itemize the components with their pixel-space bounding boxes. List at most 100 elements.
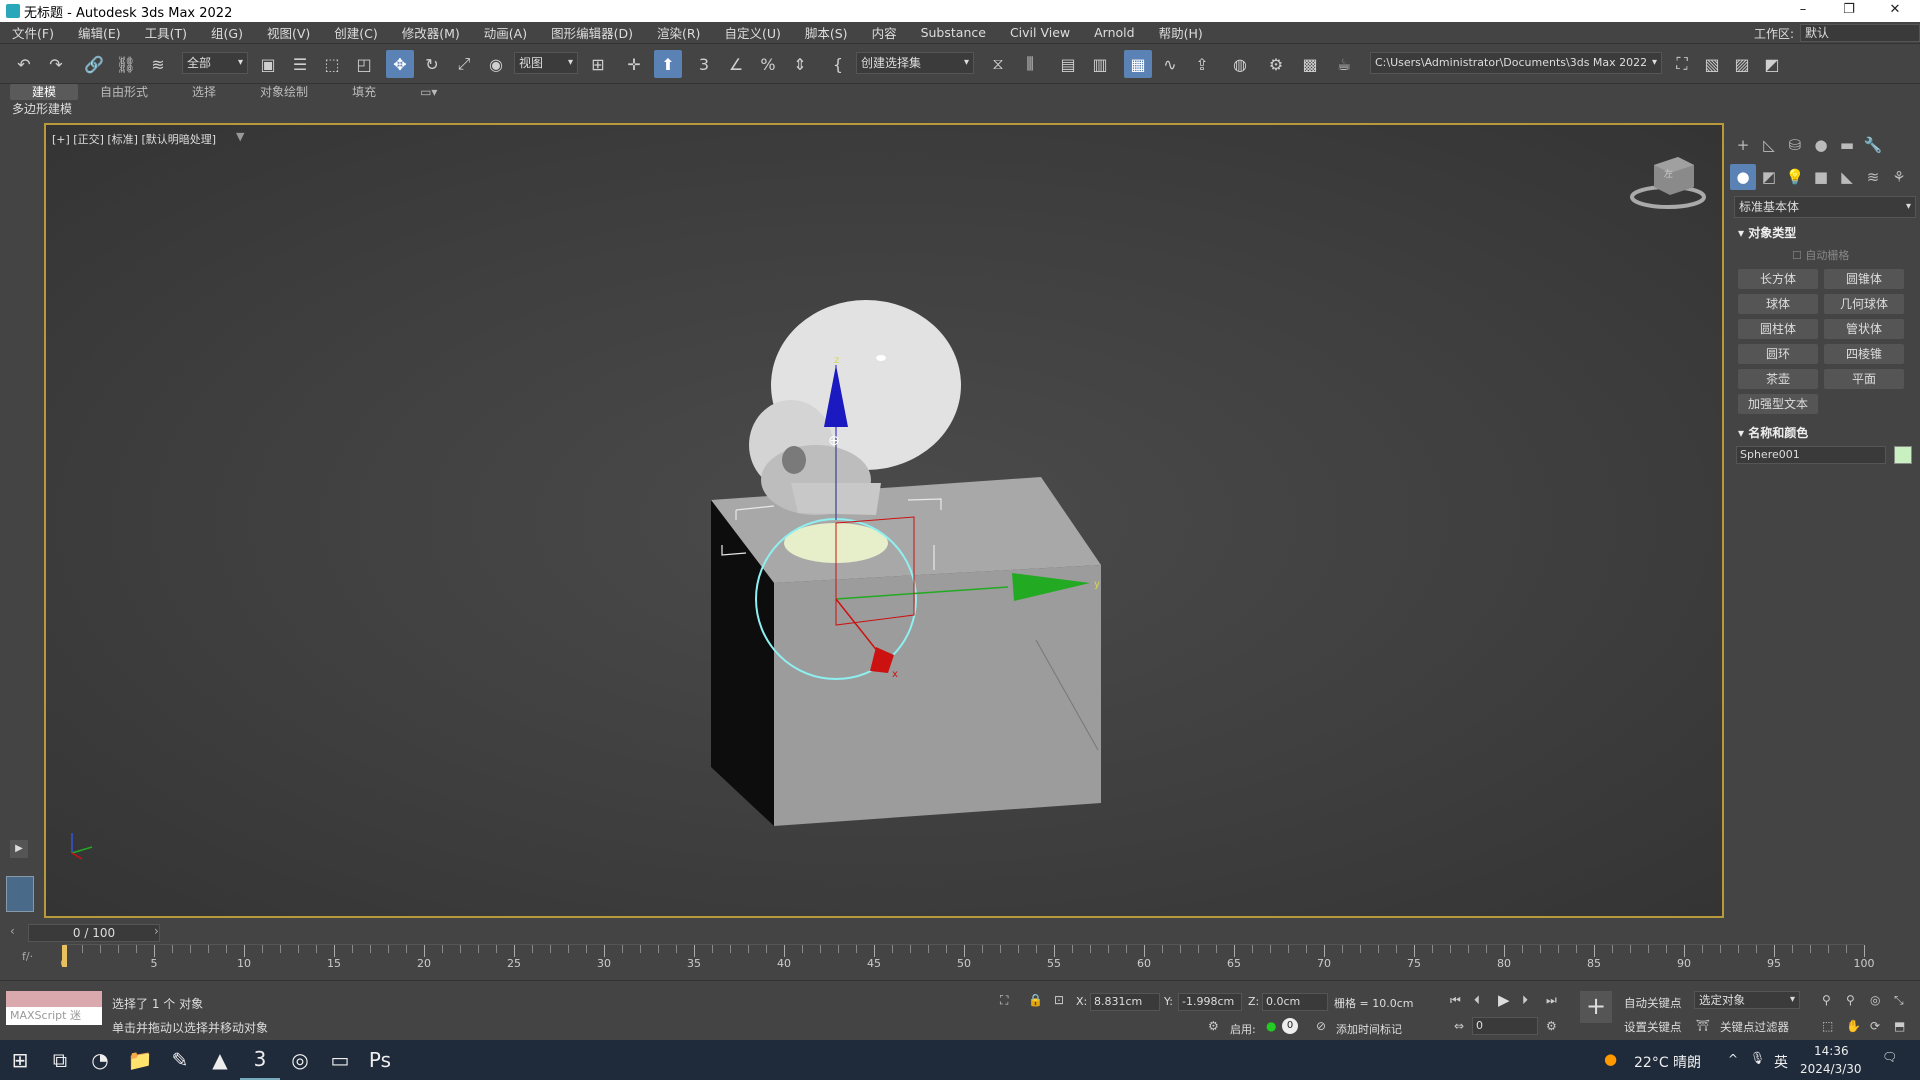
ribbon-options-icon[interactable]: ▭▾ (398, 84, 459, 100)
zero-toggle-icon[interactable]: 0 (1282, 1018, 1298, 1034)
undo-icon[interactable]: ↶ (10, 50, 38, 78)
menu-file[interactable]: 文件(F) (0, 23, 66, 42)
menu-rendering[interactable]: 渲染(R) (645, 23, 712, 42)
current-frame-marker[interactable] (62, 945, 67, 967)
photoshop-icon[interactable]: Ps (360, 1040, 400, 1080)
render-setup-icon[interactable]: ⚙ (1262, 50, 1290, 78)
menu-animation[interactable]: 动画(A) (472, 23, 539, 42)
geosphere-button[interactable]: 几何球体 (1824, 294, 1904, 314)
category-dropdown[interactable]: 标准基本体 (1734, 196, 1916, 218)
menu-help[interactable]: 帮助(H) (1147, 23, 1215, 42)
object-color-swatch[interactable] (1894, 446, 1912, 464)
layer-explorer-icon[interactable]: ▥ (1086, 50, 1114, 78)
notifications-icon[interactable]: 🗨 (1882, 1050, 1897, 1064)
prev-key-icon[interactable]: ⏴ (1474, 993, 1480, 1008)
menu-customize[interactable]: 自定义(U) (712, 23, 792, 42)
shapes-icon[interactable]: ◩ (1756, 164, 1782, 190)
plane-button[interactable]: 平面 (1824, 369, 1904, 389)
menu-civil-view[interactable]: Civil View (998, 25, 1082, 40)
tab-freeform[interactable]: 自由形式 (78, 84, 170, 100)
menu-arnold[interactable]: Arnold (1082, 25, 1146, 40)
select-object-icon[interactable]: ▣ (254, 50, 282, 78)
menu-group[interactable]: 组(G) (199, 23, 255, 42)
workspace-value[interactable]: 默认 (1800, 24, 1920, 42)
tab-object-paint[interactable]: 对象绘制 (238, 84, 330, 100)
tray-chevron-icon[interactable]: ^ (1728, 1052, 1738, 1066)
link-icon[interactable]: 🔗 (80, 50, 108, 78)
weather-text[interactable]: 22°C 晴朗 (1634, 1052, 1701, 1072)
cameras-icon[interactable]: ■ (1808, 164, 1834, 190)
3dsmax-taskbar-icon[interactable]: 3 (240, 1040, 280, 1080)
current-frame-field[interactable]: 0 (1472, 1017, 1538, 1035)
motion-tab-icon[interactable]: ● (1808, 132, 1834, 158)
hierarchy-tab-icon[interactable]: ⛁ (1782, 132, 1808, 158)
redo-icon[interactable]: ↷ (42, 50, 70, 78)
place-icon[interactable]: ◉ (482, 50, 510, 78)
schematic-view-icon[interactable]: ⇪ (1188, 50, 1216, 78)
maximize-viewport-icon[interactable]: ⬒ (1894, 1019, 1905, 1033)
key-mode-icon[interactable]: ⇔ (1454, 1019, 1464, 1033)
time-ruler[interactable]: 0510152025303540455055606570758085909510… (61, 944, 1875, 974)
create-tab-icon[interactable]: + (1730, 132, 1756, 158)
key-mode-dropdown[interactable]: 选定对象 (1694, 991, 1800, 1009)
name-color-rollout[interactable]: ▾ 名称和颜色 (1738, 424, 1808, 441)
app-icon-4[interactable]: ▭ (320, 1040, 360, 1080)
box-button[interactable]: 长方体 (1738, 269, 1818, 289)
pyramid-button[interactable]: 四棱锥 (1824, 344, 1904, 364)
orbit-icon[interactable]: ⟳ (1870, 1019, 1880, 1033)
bind-space-warp-icon[interactable]: ≋ (144, 50, 172, 78)
goto-start-icon[interactable]: ⏮ (1450, 993, 1461, 1008)
teapot-button[interactable]: 茶壶 (1738, 369, 1818, 389)
set-project-icon[interactable]: ◩ (1758, 50, 1786, 78)
time-tag-icon[interactable]: ⊘ (1316, 1019, 1326, 1033)
menu-edit[interactable]: 编辑(E) (66, 23, 133, 42)
prev-frame-icon[interactable]: ‹ (10, 924, 15, 938)
zoom-icon[interactable]: ⚲ (1822, 993, 1831, 1007)
unlink-icon[interactable]: ⛓ (112, 50, 140, 78)
torus-button[interactable]: 圆环 (1738, 344, 1818, 364)
textplus-button[interactable]: 加强型文本 (1738, 394, 1818, 414)
render-production-icon[interactable]: ☕ (1330, 50, 1358, 78)
lights-icon[interactable]: 💡 (1782, 164, 1808, 190)
snaps-toggle-icon[interactable]: 3 (690, 50, 718, 78)
y-coordinate-field[interactable]: -1.998cm (1178, 993, 1242, 1011)
set-key-button[interactable]: 设置关键点 (1624, 1019, 1682, 1035)
edit-named-sets-icon[interactable]: { (824, 50, 852, 78)
space-warps-icon[interactable]: ≋ (1860, 164, 1886, 190)
menu-view[interactable]: 视图(V) (255, 23, 322, 42)
menu-scripting[interactable]: 脚本(S) (793, 23, 860, 42)
key-filters-button[interactable]: 关键点过滤器 (1720, 1019, 1789, 1035)
tab-selection[interactable]: 选择 (170, 84, 238, 100)
microphone-icon[interactable]: 🎙 (1750, 1051, 1765, 1065)
ribbon-toggle-icon[interactable]: ▦ (1124, 50, 1152, 78)
pan-icon[interactable]: ✋ (1846, 1019, 1861, 1033)
viewcube-label[interactable]: 左 (1664, 167, 1673, 180)
menu-graph-editors[interactable]: 图形编辑器(D) (539, 23, 645, 42)
zoom-extents-all-icon[interactable]: ⤡ (1894, 993, 1904, 1008)
play-icon[interactable]: ▶ (1498, 991, 1510, 1009)
key-filters-icon[interactable]: ⛩ (1696, 1019, 1710, 1032)
time-config-icon[interactable]: ⚙ (1546, 1019, 1557, 1033)
window-crossing-icon[interactable]: ◰ (350, 50, 378, 78)
menu-tools[interactable]: 工具(T) (133, 23, 199, 42)
select-and-rotate-icon[interactable]: ↻ (418, 50, 446, 78)
object-name-field[interactable]: Sphere001 (1736, 446, 1886, 464)
expand-icon[interactable]: ▶ (10, 840, 28, 858)
helpers-icon[interactable]: ◣ (1834, 164, 1860, 190)
add-time-tag[interactable]: 添加时间标记 (1336, 1021, 1402, 1037)
select-manipulate-icon[interactable]: ✛ (620, 50, 648, 78)
maxscript-listener[interactable] (6, 991, 102, 1007)
spinner-snap-icon[interactable]: ⇕ (786, 50, 814, 78)
open-folder-icon[interactable]: ▧ (1698, 50, 1726, 78)
app-icon-3[interactable]: ◎ (280, 1040, 320, 1080)
set-key-big-icon[interactable]: + (1580, 991, 1612, 1023)
goto-end-icon[interactable]: ⏭ (1546, 993, 1557, 1008)
reference-coord-dropdown[interactable]: 视图 (514, 52, 578, 74)
z-coordinate-field[interactable]: 0.0cm (1262, 993, 1328, 1011)
file-explorer-icon[interactable]: 📁 (120, 1040, 160, 1080)
workspace-selector[interactable]: 工作区: 默认 (1754, 22, 1920, 44)
auto-key-button[interactable]: 自动关键点 (1624, 995, 1682, 1011)
utilities-tab-icon[interactable]: 🔧 (1860, 132, 1886, 158)
ime-indicator[interactable]: 英 (1774, 1052, 1788, 1072)
copy-folder-icon[interactable]: ▨ (1728, 50, 1756, 78)
